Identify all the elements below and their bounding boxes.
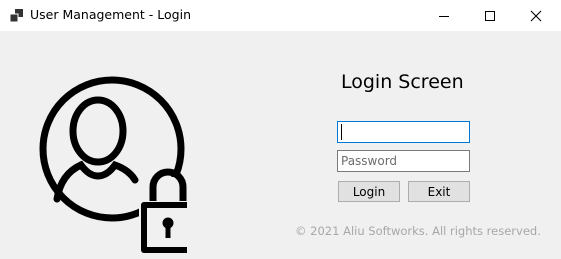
close-button[interactable] [513, 0, 559, 31]
login-heading: Login Screen [341, 71, 464, 93]
maximize-icon [485, 10, 495, 21]
login-window: User Management - Login Login Screen Log… [0, 0, 561, 257]
minimize-button[interactable] [421, 0, 467, 31]
window-title: User Management - Login [30, 7, 191, 22]
text-caret [341, 124, 342, 140]
login-button[interactable]: Login [338, 181, 400, 202]
main-content: Login Screen Login Exit © 2021 Aliu Soft… [0, 31, 561, 257]
title-bar[interactable]: User Management - Login [0, 0, 561, 31]
username-input[interactable] [337, 121, 470, 143]
app-window-icon [10, 9, 23, 22]
minimize-icon [439, 15, 449, 17]
copyright-footer: © 2021 Aliu Softworks. All rights reserv… [295, 224, 541, 238]
password-input[interactable] [337, 150, 470, 172]
user-lock-icon [39, 76, 187, 257]
exit-button[interactable]: Exit [408, 181, 470, 202]
close-icon [530, 10, 542, 21]
maximize-button[interactable] [467, 0, 513, 31]
